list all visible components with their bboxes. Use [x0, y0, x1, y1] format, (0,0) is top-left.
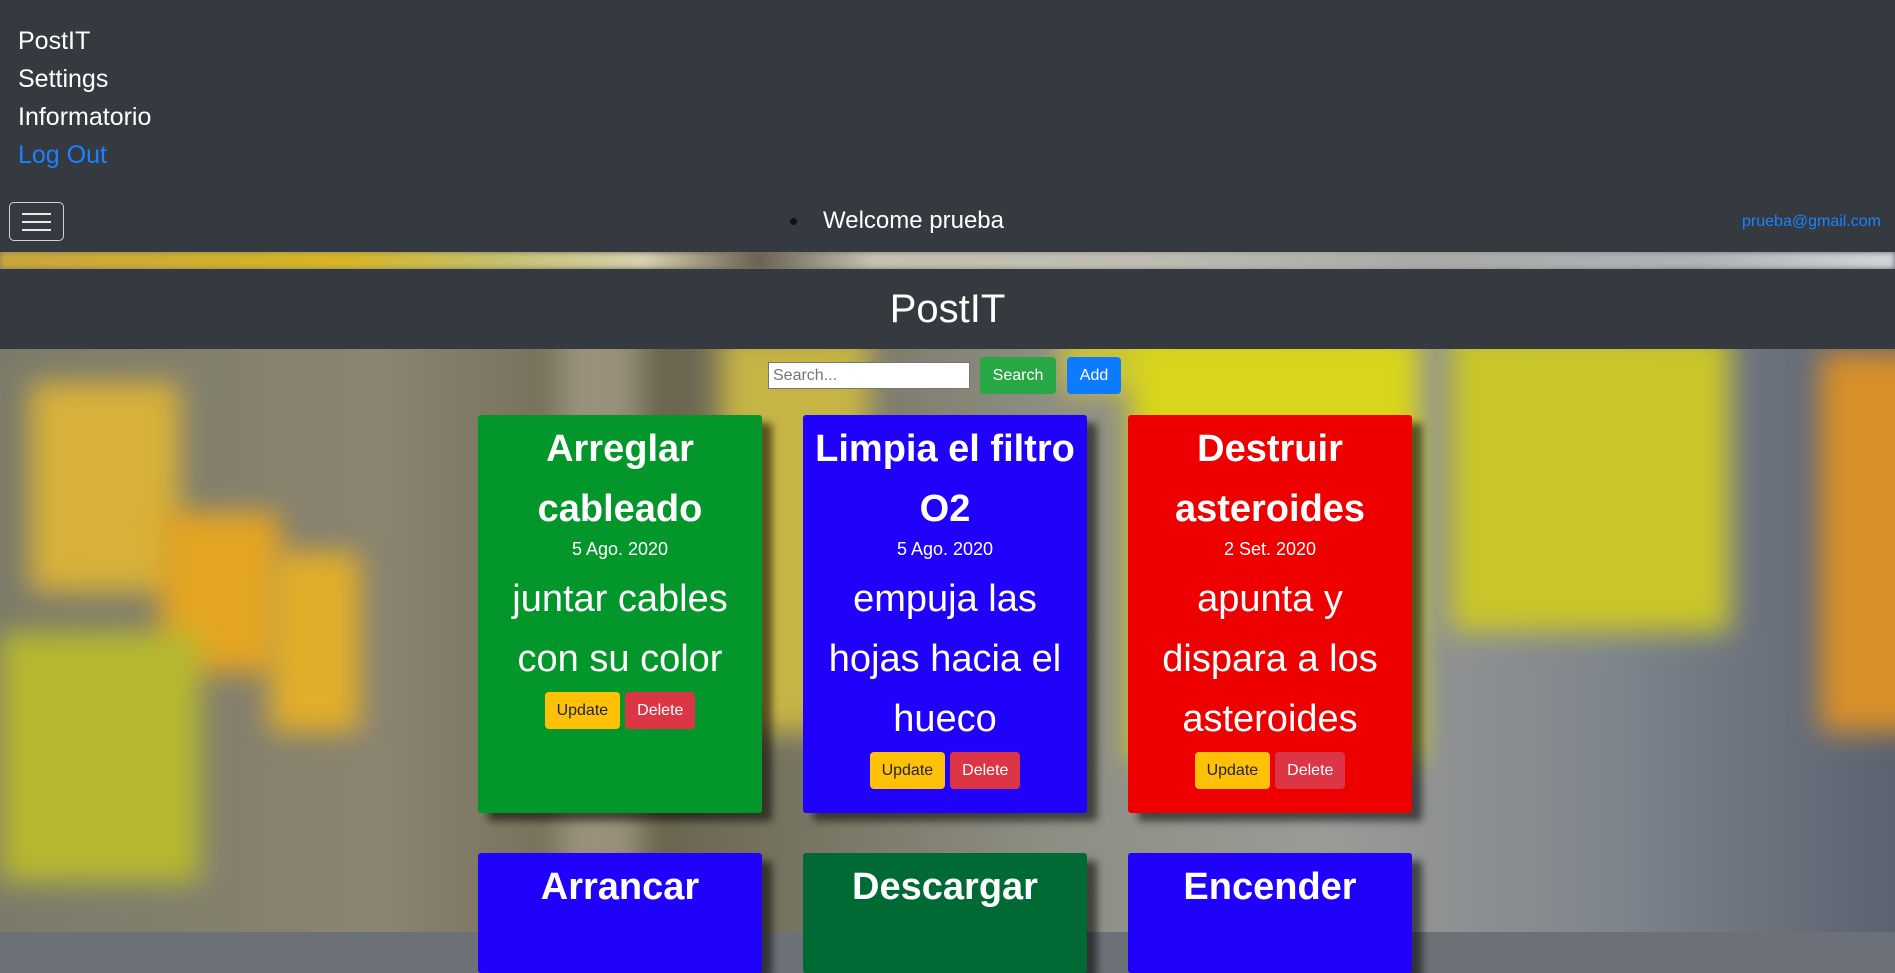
card-title: Limpia el filtro O2	[815, 428, 1075, 530]
postit-card: Arreglar cableado 5 Ago. 2020 juntar cab…	[478, 415, 762, 813]
search-input[interactable]	[768, 362, 970, 389]
postit-card: Encender	[1128, 853, 1412, 973]
card-title: Destruir asteroides	[1174, 428, 1366, 530]
delete-button[interactable]: Delete	[1275, 752, 1346, 789]
update-button[interactable]: Update	[869, 752, 946, 789]
card-date: 5 Ago. 2020	[571, 539, 669, 559]
search-button[interactable]: Search	[980, 357, 1056, 394]
card-body: empuja las hojas hacia el hueco	[828, 578, 1062, 740]
card-body: juntar cables con su color	[512, 578, 728, 680]
top-navbar: PostIT Settings Informatorio Log Out Wel…	[0, 0, 1895, 252]
add-button[interactable]: Add	[1067, 357, 1121, 394]
welcome-text: Welcome prueba	[823, 207, 1004, 234]
nav-item-postit[interactable]: PostIT	[18, 22, 151, 60]
postit-card: Arrancar	[478, 853, 762, 973]
postit-card: Limpia el filtro O2 5 Ago. 2020 empuja l…	[803, 415, 1087, 813]
page-title: PostIT	[889, 287, 1006, 331]
navbar-toggle-button[interactable]	[9, 202, 64, 241]
card-title: Encender	[1183, 866, 1357, 908]
card-title: Descargar	[852, 866, 1038, 908]
card-date: 2 Set. 2020	[1223, 539, 1317, 559]
background-strip	[0, 252, 1895, 269]
logout-link[interactable]: Log Out	[18, 136, 151, 174]
user-email-link[interactable]: prueba@gmail.com	[1742, 213, 1881, 231]
nav-item-informatorio[interactable]: Informatorio	[18, 98, 151, 136]
postit-card: Destruir asteroides 2 Set. 2020 apunta y…	[1128, 415, 1412, 813]
card-actions: Update Delete	[1132, 752, 1408, 789]
card-actions: Update Delete	[807, 752, 1083, 789]
welcome-message: Welcome prueba	[790, 207, 1004, 235]
hamburger-icon	[22, 213, 51, 231]
card-title: Arrancar	[540, 866, 700, 908]
card-body: apunta y dispara a los asteroides	[1162, 578, 1378, 740]
nav-item-settings[interactable]: Settings	[18, 60, 151, 98]
search-bar: Search Add	[768, 357, 1121, 394]
page-header: PostIT	[0, 269, 1895, 349]
card-date: 5 Ago. 2020	[896, 539, 994, 559]
card-actions: Update Delete	[482, 692, 758, 729]
bullet-icon	[790, 218, 797, 226]
postit-card: Descargar	[803, 853, 1087, 973]
nav-menu: PostIT Settings Informatorio Log Out	[18, 22, 151, 174]
delete-button[interactable]: Delete	[950, 752, 1021, 789]
card-title: Arreglar cableado	[537, 428, 703, 530]
update-button[interactable]: Update	[1194, 752, 1271, 789]
delete-button[interactable]: Delete	[625, 692, 696, 729]
update-button[interactable]: Update	[544, 692, 621, 729]
